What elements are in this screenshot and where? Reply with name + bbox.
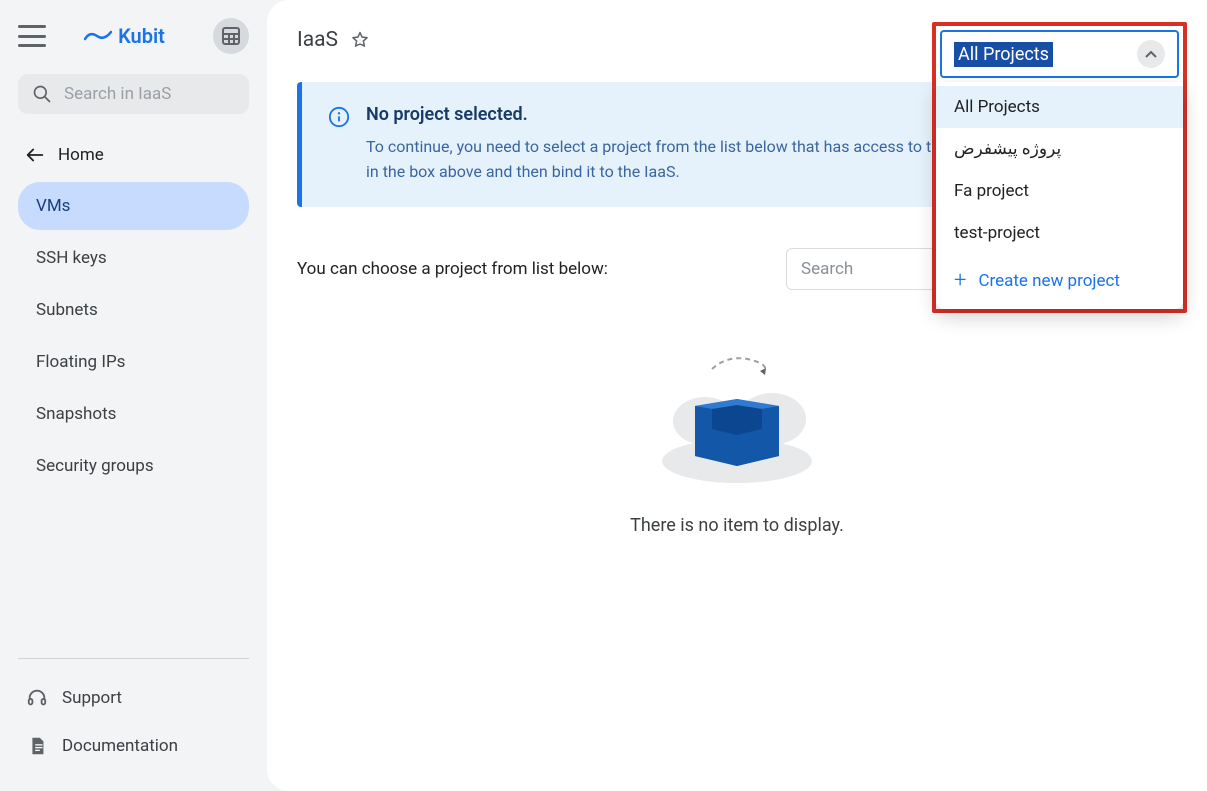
document-icon: [26, 735, 48, 757]
sidebar-nav: VMs SSH keys Subnets Floating IPs Snapsh…: [18, 182, 249, 490]
sidebar-item-snapshots[interactable]: Snapshots: [18, 390, 249, 438]
chevron-up-icon: [1137, 40, 1165, 68]
empty-box-icon: [657, 351, 817, 491]
project-select[interactable]: All Projects: [940, 30, 1179, 78]
docs-label: Documentation: [62, 736, 178, 756]
main-content: IaaS No project selected. To continue, y…: [267, 0, 1207, 791]
project-option[interactable]: پروژه پیشفرض: [936, 128, 1183, 170]
option-label: پروژه پیشفرض: [954, 139, 1061, 159]
nav-label: Security groups: [36, 456, 154, 476]
project-options: All Projects پروژه پیشفرض Fa project tes…: [936, 82, 1183, 254]
project-option[interactable]: test-project: [936, 212, 1183, 254]
plus-icon: +: [954, 268, 966, 293]
sidebar-item-subnets[interactable]: Subnets: [18, 286, 249, 334]
headset-icon: [26, 687, 48, 709]
option-label: Fa project: [954, 181, 1029, 201]
sidebar-search-input[interactable]: [64, 84, 286, 104]
apps-button[interactable]: [213, 18, 249, 54]
sidebar-item-vms[interactable]: VMs: [18, 182, 249, 230]
support-link[interactable]: Support: [18, 677, 249, 719]
search-icon: [32, 84, 52, 104]
favorite-button[interactable]: [350, 30, 370, 50]
sidebar-item-securitygroups[interactable]: Security groups: [18, 442, 249, 490]
sidebar-search[interactable]: [18, 74, 249, 114]
nav-label: SSH keys: [36, 248, 107, 268]
create-project-label: Create new project: [978, 271, 1120, 291]
selected-project: All Projects: [954, 42, 1053, 67]
empty-text: There is no item to display.: [630, 515, 844, 536]
sidebar: Kubit Home VMs SSH keys Subnets Floating…: [0, 0, 267, 791]
option-label: test-project: [954, 223, 1040, 243]
back-label: Home: [58, 145, 104, 165]
page-title: IaaS: [297, 28, 338, 52]
menu-toggle-button[interactable]: [18, 25, 46, 47]
sidebar-footer: Support Documentation: [18, 658, 249, 791]
arrow-left-icon: [24, 144, 46, 166]
nav-label: Subnets: [36, 300, 98, 320]
sidebar-item-sshkeys[interactable]: SSH keys: [18, 234, 249, 282]
back-home[interactable]: Home: [18, 138, 249, 182]
grid-icon: [222, 27, 240, 45]
sidebar-item-floatingips[interactable]: Floating IPs: [18, 338, 249, 386]
empty-state: There is no item to display.: [297, 351, 1177, 536]
wave-icon: [84, 27, 112, 45]
nav-label: Snapshots: [36, 404, 116, 424]
nav-label: Floating IPs: [36, 352, 125, 372]
nav-label: VMs: [36, 196, 70, 216]
support-label: Support: [62, 688, 122, 708]
list-instruction: You can choose a project from list below…: [297, 259, 772, 279]
project-dropdown: All Projects All Projects پروژه پیشفرض F…: [932, 22, 1187, 313]
project-option[interactable]: Fa project: [936, 170, 1183, 212]
brand-logo[interactable]: Kubit: [50, 24, 199, 48]
option-label: All Projects: [954, 97, 1040, 117]
info-icon: [328, 106, 350, 185]
brand-name: Kubit: [118, 24, 165, 48]
create-project-button[interactable]: + Create new project: [936, 254, 1183, 309]
documentation-link[interactable]: Documentation: [18, 725, 249, 767]
project-option[interactable]: All Projects: [936, 86, 1183, 128]
